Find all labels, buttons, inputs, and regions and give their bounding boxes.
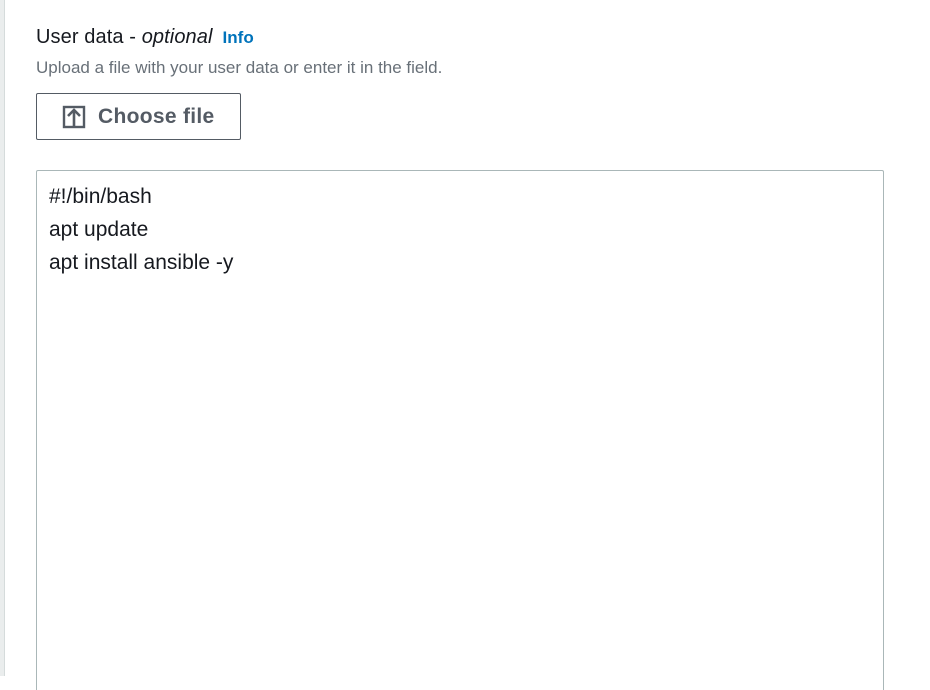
field-description: Upload a file with your user data or ent… <box>36 58 443 77</box>
user-data-field: User data - optional Info Upload a file … <box>36 26 896 690</box>
field-label-optional: optional <box>141 26 213 48</box>
field-label-row: User data - optional Info <box>36 26 896 56</box>
user-data-textarea[interactable]: #!/bin/bash apt update apt install ansib… <box>36 170 884 690</box>
left-panel-border <box>0 0 5 676</box>
upload-icon <box>62 105 86 129</box>
field-label: User data - optional <box>36 26 213 49</box>
field-label-main: User data - <box>36 26 142 48</box>
code-line: apt update <box>49 218 149 241</box>
choose-file-label: Choose file <box>98 104 215 128</box>
choose-file-button[interactable]: Choose file <box>36 93 241 140</box>
code-line: #!/bin/bash <box>49 185 152 208</box>
code-line: apt install ansible -y <box>49 251 234 274</box>
info-link[interactable]: Info <box>223 28 254 48</box>
